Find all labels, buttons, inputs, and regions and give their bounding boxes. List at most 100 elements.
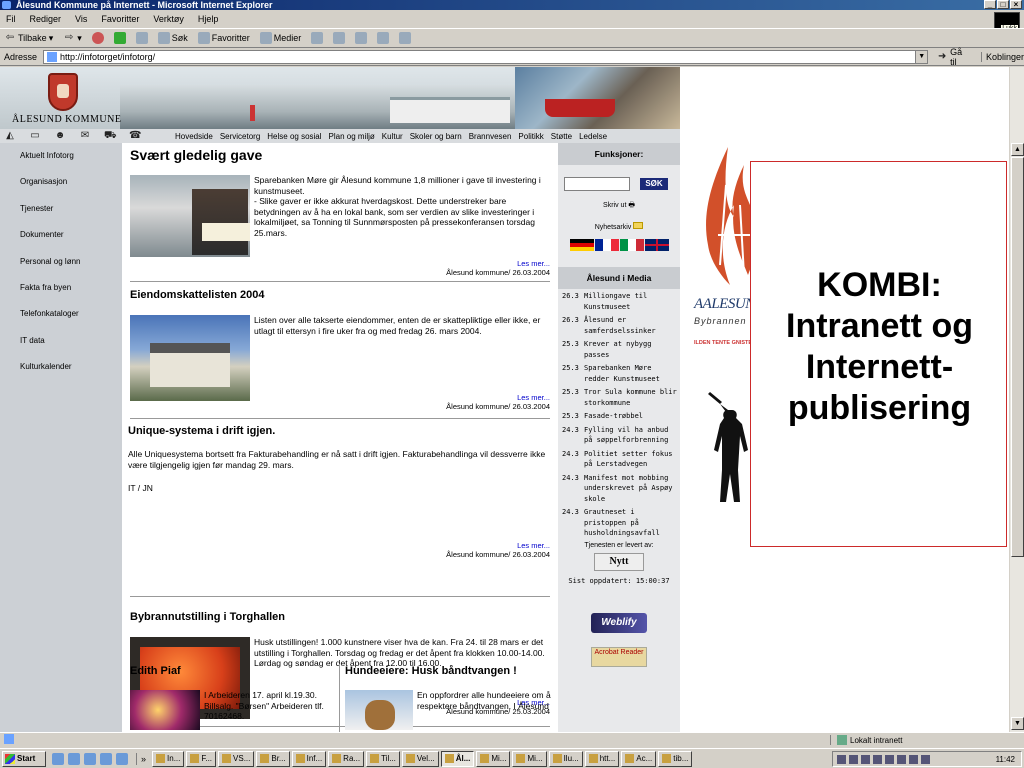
minimize-button[interactable]: _ bbox=[984, 0, 996, 9]
menu-rediger[interactable]: Rediger bbox=[30, 14, 62, 24]
taskbar-window-button[interactable]: F... bbox=[186, 750, 217, 767]
nav-hovedside[interactable]: Hovedside bbox=[175, 132, 213, 141]
taskbar-window-button[interactable]: In... bbox=[152, 750, 185, 767]
article-title[interactable]: Edith Piaf bbox=[130, 665, 335, 677]
list-item[interactable]: 24.3 Grautneset i pristoppen på husholdni… bbox=[562, 507, 677, 539]
edit-word-icon[interactable] bbox=[377, 32, 390, 44]
site-search-button[interactable]: SØK bbox=[640, 178, 668, 190]
shopping-cart-icon[interactable]: ⛟ bbox=[104, 131, 117, 141]
read-more-link[interactable]: Les mer... bbox=[430, 393, 550, 402]
list-item[interactable]: 24.3 Fylling vil ha anbud på søppelforbre… bbox=[562, 425, 677, 446]
french-flag-icon[interactable] bbox=[594, 239, 619, 251]
list-item[interactable]: 24.3 Politiet setter fokus på Lerstadvege… bbox=[562, 449, 677, 470]
computer-icon[interactable]: ▭ bbox=[29, 131, 41, 141]
taskbar-window-button[interactable]: Ac... bbox=[621, 750, 657, 767]
telephone-icon[interactable]: ☎ bbox=[129, 131, 141, 141]
forward-button[interactable]: ⇨ ▾ bbox=[63, 33, 82, 44]
list-item[interactable]: 25.3 Sparebanken Møre redder Kunstmuseet bbox=[562, 363, 677, 384]
update-icon[interactable] bbox=[909, 754, 918, 764]
taskbar-window-button[interactable]: Til... bbox=[366, 750, 400, 767]
ie-quicklaunch-icon[interactable] bbox=[52, 752, 64, 765]
taskbar-window-button[interactable]: Ål... bbox=[440, 750, 475, 767]
article-title[interactable]: Bybrannutstilling i Torghallen bbox=[130, 611, 550, 623]
site-search-input[interactable] bbox=[564, 177, 630, 191]
taskbar-window-button[interactable]: Br... bbox=[256, 750, 290, 767]
taskbar-window-button[interactable]: Mi... bbox=[476, 750, 511, 767]
menu-hjelp[interactable]: Hjelp bbox=[198, 14, 219, 24]
history-icon[interactable] bbox=[311, 32, 324, 44]
shield-icon[interactable] bbox=[897, 754, 906, 764]
taskbar-window-button[interactable]: htt... bbox=[584, 750, 620, 767]
taskbar-window-button[interactable]: Mi... bbox=[512, 750, 547, 767]
refresh-icon[interactable] bbox=[113, 32, 126, 44]
read-more-link[interactable]: Les mer... bbox=[430, 259, 550, 268]
acrobat-reader-badge[interactable]: Acrobat Reader bbox=[591, 646, 647, 667]
print-icon[interactable] bbox=[355, 32, 368, 44]
taskbar-window-button[interactable]: tib... bbox=[658, 750, 693, 767]
scroll-down-icon[interactable]: ▼ bbox=[1011, 717, 1024, 730]
stop-icon[interactable] bbox=[91, 32, 104, 44]
left-menu-item[interactable]: IT data bbox=[0, 336, 122, 362]
mail-envelope-icon[interactable]: ✉ bbox=[79, 131, 91, 141]
back-button[interactable]: ⇦ Tilbake ▾ bbox=[4, 33, 53, 44]
menu-favoritter[interactable]: Favoritter bbox=[101, 14, 139, 24]
news-archive-link[interactable]: Nyhetsarkiv bbox=[558, 222, 680, 231]
article-title[interactable]: Hundeeiere: Husk båndtvangen ! bbox=[345, 665, 555, 677]
network-icon[interactable] bbox=[849, 754, 858, 764]
people-icon[interactable]: ☻ bbox=[54, 131, 66, 141]
uk-flag-icon[interactable] bbox=[644, 239, 669, 251]
desktop-quicklaunch-icon[interactable] bbox=[84, 752, 96, 765]
maximize-button[interactable]: □ bbox=[997, 0, 1009, 9]
left-menu-item[interactable]: Dokumenter bbox=[0, 230, 122, 256]
outlook-quicklaunch-icon[interactable] bbox=[68, 752, 80, 765]
notepad-icon[interactable] bbox=[399, 32, 412, 44]
nav-kultur[interactable]: Kultur bbox=[382, 132, 403, 141]
left-menu-item[interactable]: Tjenester bbox=[0, 204, 122, 230]
address-dropdown-icon[interactable]: ▼ bbox=[915, 50, 928, 63]
german-flag-icon[interactable] bbox=[569, 239, 594, 251]
weblify-logo[interactable]: Weblify bbox=[591, 612, 647, 633]
printer-tray-icon[interactable] bbox=[885, 754, 894, 764]
close-button[interactable]: × bbox=[1010, 0, 1022, 9]
start-button[interactable]: Start bbox=[2, 750, 46, 767]
messenger-icon[interactable] bbox=[873, 754, 882, 764]
taskbar-window-button[interactable]: Ra... bbox=[328, 750, 365, 767]
pointer-icon[interactable]: ◭ bbox=[4, 131, 16, 141]
antivirus-icon[interactable] bbox=[861, 754, 870, 764]
menu-verktoy[interactable]: Verktøy bbox=[153, 14, 184, 24]
left-menu-item[interactable]: Aktuelt Infotorg bbox=[0, 151, 122, 177]
list-item[interactable]: 24.3 Manifest mot mobbing underskrevet på… bbox=[562, 473, 677, 505]
provider-logo[interactable]: Nytt bbox=[594, 552, 644, 571]
scroll-up-icon[interactable]: ▲ bbox=[1011, 143, 1024, 156]
nav-politikk[interactable]: Politikk bbox=[518, 132, 543, 141]
favorites-button[interactable]: Favoritter bbox=[197, 32, 250, 44]
article-title[interactable]: Eiendomskattelisten 2004 bbox=[130, 289, 550, 301]
chevron-right-icon[interactable]: » bbox=[141, 754, 146, 764]
links-button[interactable]: Koblinger bbox=[980, 51, 1024, 62]
left-menu-item[interactable]: Fakta fra byen bbox=[0, 283, 122, 309]
left-menu-item[interactable]: Personal og lønn bbox=[0, 257, 122, 283]
taskbar-window-button[interactable]: Ilu... bbox=[548, 750, 583, 767]
home-icon[interactable] bbox=[135, 32, 148, 44]
address-input[interactable]: http://infotorget/infotorg/ ▼ bbox=[43, 49, 929, 64]
info-quicklaunch-icon[interactable] bbox=[100, 752, 112, 765]
menu-fil[interactable]: Fil bbox=[6, 14, 16, 24]
left-menu-item[interactable]: Kulturkalender bbox=[0, 362, 122, 388]
volume-icon[interactable] bbox=[837, 754, 846, 764]
print-link[interactable]: Skriv ut 🖶 bbox=[558, 201, 680, 212]
list-item[interactable]: 25.3 Tror Sula kommune blir storkommune bbox=[562, 387, 677, 408]
nav-stotte[interactable]: Støtte bbox=[551, 132, 572, 141]
taskbar-window-button[interactable]: Vel... bbox=[401, 750, 439, 767]
scroll-thumb[interactable] bbox=[1011, 157, 1024, 557]
computer-quicklaunch-icon[interactable] bbox=[116, 752, 128, 765]
search-button[interactable]: Søk bbox=[157, 32, 188, 44]
menu-vis[interactable]: Vis bbox=[75, 14, 87, 24]
nav-brannvesen[interactable]: Brannvesen bbox=[469, 132, 512, 141]
taskbar-window-button[interactable]: VS... bbox=[218, 750, 255, 767]
coat-of-arms-logo[interactable] bbox=[48, 73, 78, 111]
list-item[interactable]: 26.3 Milliongave til Kunstmuseet bbox=[562, 291, 677, 312]
read-more-link[interactable]: Les mer... bbox=[430, 541, 550, 550]
left-menu-item[interactable]: Organisasjon bbox=[0, 177, 122, 203]
nav-skoler-og-barn[interactable]: Skoler og barn bbox=[410, 132, 462, 141]
mail-icon[interactable] bbox=[333, 32, 346, 44]
